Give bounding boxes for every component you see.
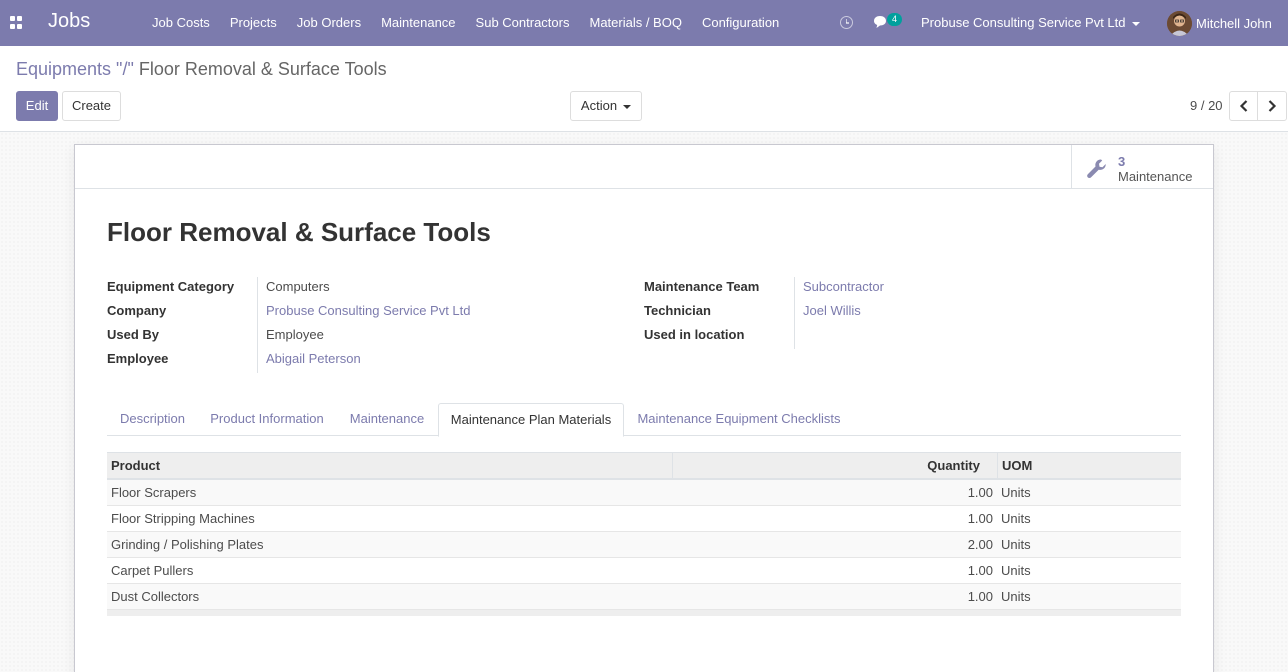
product-cell: Dust Collectors — [111, 589, 200, 604]
product-cell: Floor Scrapers — [111, 485, 197, 500]
field-divider — [794, 277, 795, 349]
breadcrumb-parent[interactable]: Equipments "/" — [16, 59, 134, 79]
table-header: Product Quantity UOM — [107, 452, 1181, 480]
menu-item-configuration[interactable]: Configuration — [692, 0, 789, 46]
menu-item-job-costs[interactable]: Job Costs — [142, 0, 220, 46]
tab-description[interactable]: Description — [107, 403, 198, 436]
technician-link[interactable]: Joel Willis — [803, 303, 861, 318]
maintenance-label: Maintenance — [1118, 169, 1193, 184]
menu-item-sub-contractors[interactable]: Sub Contractors — [466, 0, 580, 46]
column-quantity[interactable]: Quantity — [927, 453, 980, 479]
uom-cell: Units — [1001, 485, 1031, 500]
tab-maintenance-equipment-checklists[interactable]: Maintenance Equipment Checklists — [624, 403, 854, 436]
menu-item-projects[interactable]: Projects — [220, 0, 287, 46]
notebook-tabs: Description Product Information Maintena… — [107, 403, 1181, 437]
column-product[interactable]: Product — [111, 453, 160, 479]
table-row[interactable]: Floor Scrapers 1.00 Units — [107, 480, 1181, 506]
field-divider — [257, 277, 258, 373]
uom-cell: Units — [1001, 589, 1031, 604]
maintenance-team-label: Maintenance Team — [644, 279, 760, 294]
product-cell: Carpet Pullers — [111, 563, 194, 578]
quantity-cell: 1.00 — [967, 563, 993, 578]
product-cell: Floor Stripping Machines — [111, 511, 255, 526]
main-menu: Job Costs Projects Job Orders Maintenanc… — [142, 0, 789, 46]
apps-menu-icon[interactable] — [10, 16, 23, 29]
column-uom[interactable]: UOM — [1002, 453, 1032, 479]
edit-button[interactable]: Edit — [16, 91, 58, 121]
uom-cell: Units — [1001, 563, 1031, 578]
menu-item-maintenance[interactable]: Maintenance — [371, 0, 465, 46]
action-dropdown[interactable]: Action — [570, 91, 642, 121]
create-button[interactable]: Create — [62, 91, 121, 121]
app-brand[interactable]: Jobs — [48, 10, 90, 33]
product-cell: Grinding / Polishing Plates — [111, 537, 264, 552]
employee-label: Employee — [107, 351, 169, 366]
chevron-down-icon — [1131, 21, 1140, 26]
chevron-down-icon — [623, 104, 632, 109]
table-body: Floor Scrapers 1.00 Units Floor Strippin… — [107, 480, 1181, 610]
used-in-location-label: Used in location — [644, 327, 745, 342]
column-divider — [672, 453, 673, 479]
action-label: Action — [580, 98, 618, 113]
technician-label: Technician — [644, 303, 711, 318]
tab-maintenance[interactable]: Maintenance — [337, 403, 437, 436]
employee-link[interactable]: Abigail Peterson — [266, 351, 361, 366]
table-row[interactable]: Floor Stripping Machines 1.00 Units — [107, 506, 1181, 532]
used-by-label: Used By — [107, 327, 160, 342]
column-divider — [997, 453, 998, 479]
tab-product-information[interactable]: Product Information — [198, 403, 336, 436]
maintenance-count: 3 — [1118, 154, 1126, 169]
used-by-value: Employee — [266, 327, 324, 342]
form-sheet: 3 Maintenance Floor Removal & Surface To… — [74, 144, 1214, 672]
chevron-left-icon — [1239, 100, 1248, 112]
company-link[interactable]: Probuse Consulting Service Pvt Ltd — [266, 303, 471, 318]
user-menu[interactable]: Mitchell John — [1167, 0, 1272, 46]
uom-cell: Units — [1001, 537, 1031, 552]
uom-cell: Units — [1001, 511, 1031, 526]
quantity-cell: 1.00 — [967, 485, 993, 500]
pager-next-button[interactable] — [1257, 91, 1287, 121]
company-switcher[interactable]: Probuse Consulting Service Pvt Ltd — [921, 0, 1140, 46]
pager-previous-button[interactable] — [1229, 91, 1259, 121]
quantity-cell: 1.00 — [967, 511, 993, 526]
top-navbar: Jobs Job Costs Projects Job Orders Maint… — [0, 0, 1288, 46]
chat-count-badge: 4 — [887, 13, 902, 26]
materials-table: Product Quantity UOM Floor Scrapers 1.00… — [107, 452, 1181, 616]
control-panel: Equipments "/" Floor Removal & Surface T… — [0, 46, 1288, 132]
quantity-cell: 1.00 — [967, 589, 993, 604]
company-name: Probuse Consulting Service Pvt Ltd — [921, 15, 1126, 30]
equipment-category-label: Equipment Category — [107, 279, 235, 294]
smart-button-box: 3 Maintenance — [75, 145, 1213, 189]
record-title: Floor Removal & Surface Tools — [107, 217, 491, 247]
activity-clock-icon[interactable] — [840, 16, 853, 29]
company-label: Company — [107, 303, 167, 318]
wrench-icon — [1087, 159, 1106, 179]
maintenance-team-link[interactable]: Subcontractor — [803, 279, 884, 294]
user-name: Mitchell John — [1196, 15, 1272, 31]
table-footer — [107, 610, 1181, 616]
table-row[interactable]: Carpet Pullers 1.00 Units — [107, 558, 1181, 584]
maintenance-smart-button[interactable]: 3 Maintenance — [1071, 145, 1213, 189]
quantity-cell: 2.00 — [967, 537, 993, 552]
tab-maintenance-plan-materials[interactable]: Maintenance Plan Materials — [438, 403, 624, 437]
breadcrumb-current: Floor Removal & Surface Tools — [138, 59, 387, 79]
avatar — [1167, 10, 1192, 36]
menu-item-materials-boq[interactable]: Materials / BOQ — [579, 0, 691, 46]
table-row[interactable]: Grinding / Polishing Plates 2.00 Units — [107, 532, 1181, 558]
table-row[interactable]: Dust Collectors 1.00 Units — [107, 584, 1181, 610]
breadcrumb: Equipments "/" Floor Removal & Surface T… — [16, 59, 387, 80]
chevron-right-icon — [1268, 100, 1277, 112]
menu-item-job-orders[interactable]: Job Orders — [287, 0, 371, 46]
pager-value: 9 / 20 — [1190, 98, 1223, 113]
equipment-category-value: Computers — [266, 279, 330, 294]
